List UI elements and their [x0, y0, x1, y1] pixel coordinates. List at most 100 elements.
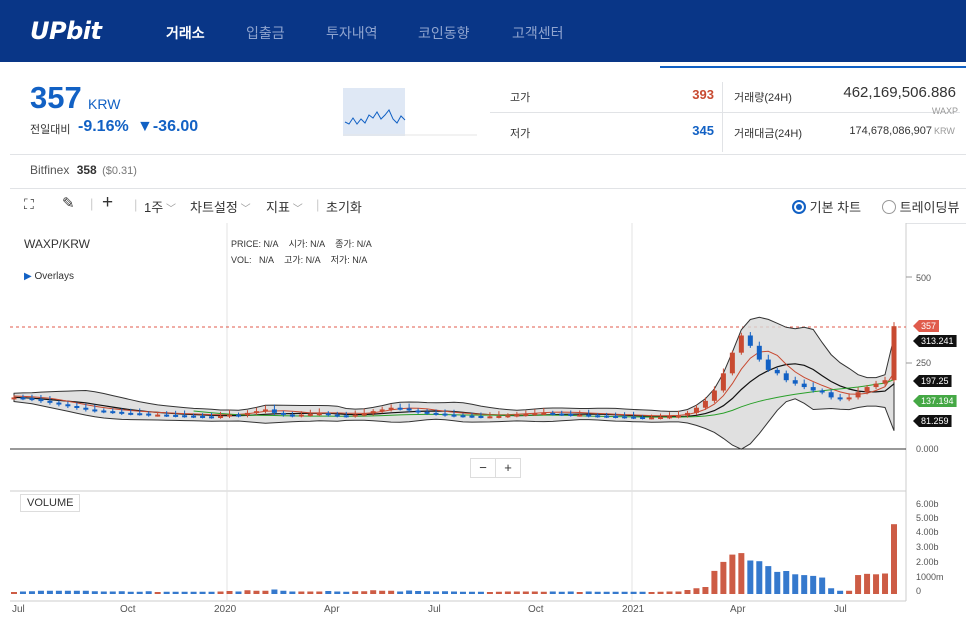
- volume-bar: [459, 591, 466, 594]
- price-axis-label: 0.000: [916, 444, 939, 454]
- candle-body: [523, 413, 529, 416]
- price-chart[interactable]: WAXP/KRW ▶ Overlays PRICE: N/A 시가: N/A 종…: [10, 223, 966, 624]
- chart-canvas[interactable]: [10, 223, 966, 624]
- candle-body: [325, 413, 331, 416]
- price-axis-label: 500: [916, 273, 932, 283]
- volume-bar: [729, 554, 736, 594]
- candle-body: [388, 407, 394, 410]
- candle-body: [514, 414, 520, 417]
- volume-axis-label: 6.00b: [916, 499, 939, 509]
- volume-bar: [810, 575, 817, 594]
- candle-body: [352, 414, 358, 417]
- volume-bar: [630, 591, 637, 594]
- zoom-out-button[interactable]: −: [470, 458, 496, 478]
- volume-bar: [406, 590, 413, 594]
- x-axis-label: Oct: [528, 604, 544, 615]
- candle-body: [550, 412, 556, 415]
- nav-investments[interactable]: 투자내역: [326, 23, 378, 43]
- candle-body: [155, 414, 161, 417]
- volume-bar: [540, 591, 547, 594]
- volume-bar: [747, 560, 754, 594]
- volume-bar: [343, 591, 350, 594]
- volume-bar: [217, 591, 224, 594]
- volume-bar: [262, 590, 269, 594]
- volume-bar: [774, 571, 781, 594]
- chevron-down-icon: ﹀: [237, 204, 251, 215]
- chart-settings-dropdown[interactable]: 차트설정 ﹀: [190, 197, 251, 216]
- candle-body: [289, 414, 295, 417]
- candle-body: [586, 414, 592, 417]
- volume-24h-label: 거래량(24H): [734, 92, 792, 104]
- candle-body: [182, 415, 188, 418]
- candle-body: [810, 387, 816, 391]
- volume-bar: [424, 591, 431, 594]
- crosshair-icon[interactable]: +: [102, 192, 113, 214]
- volume-bar: [397, 591, 404, 594]
- price-tag-upper-band: 313.241: [913, 335, 957, 347]
- candle-body: [424, 411, 430, 414]
- candle-body: [496, 415, 502, 418]
- amount-24h-unit: KRW: [934, 126, 955, 136]
- legend-value: N/A: [263, 239, 279, 249]
- candle-body: [262, 409, 268, 412]
- toolbar-divider: |: [316, 197, 320, 212]
- upbit-logo[interactable]: UPbit: [30, 17, 102, 45]
- basic-chart-radio[interactable]: 기본 차트: [792, 197, 861, 216]
- overlays-toggle[interactable]: ▶ Overlays: [24, 271, 74, 282]
- candle-body: [110, 411, 116, 414]
- indicators-dropdown[interactable]: 지표 ﹀: [266, 197, 303, 216]
- candle-body: [146, 413, 152, 416]
- volume-bar: [873, 574, 880, 594]
- volume-axis-label: 5.00b: [916, 513, 939, 523]
- volume-bar: [477, 591, 484, 594]
- low-label: 저가: [510, 128, 531, 140]
- zoom-in-button[interactable]: +: [495, 458, 521, 478]
- chart-symbol: WAXP/KRW: [24, 237, 91, 251]
- fullscreen-icon[interactable]: ⛶: [24, 196, 34, 213]
- volume-bar: [891, 524, 897, 594]
- volume-bar: [37, 590, 44, 594]
- candle-body: [837, 397, 843, 400]
- volume-bar: [352, 591, 359, 594]
- candle-body: [227, 414, 233, 417]
- nav-coin-trends[interactable]: 코인동향: [418, 23, 470, 43]
- candle-body: [442, 413, 448, 416]
- change-percent: -9.16%: [78, 118, 129, 135]
- pencil-icon[interactable]: ✎: [62, 194, 75, 212]
- reset-button[interactable]: 초기화: [326, 197, 362, 216]
- nav-customer-center[interactable]: 고객센터: [512, 23, 564, 43]
- stats-divider: [490, 112, 960, 113]
- volume-24h-unit: WAXP: [931, 106, 958, 116]
- bitfinex-label: Bitfinex: [30, 163, 70, 177]
- volume-bar: [334, 591, 341, 594]
- candle-body: [882, 380, 888, 384]
- volume-bar: [118, 591, 125, 594]
- radio-selected-icon: [792, 200, 806, 214]
- chart-settings-label: 차트설정: [190, 200, 238, 215]
- amount-24h-value: 174,678,086,907: [849, 125, 932, 137]
- chart-bg: [10, 223, 906, 624]
- volume-bar: [145, 591, 152, 594]
- candle-body: [478, 415, 484, 418]
- candle-body: [29, 398, 35, 401]
- candle-body: [74, 406, 80, 408]
- nav-exchange[interactable]: 거래소: [166, 23, 205, 43]
- high-value: 393: [692, 87, 714, 102]
- volume-bar: [765, 566, 772, 594]
- candle-body: [433, 412, 439, 415]
- volume-bar: [289, 591, 296, 594]
- candle-body: [334, 414, 340, 417]
- volume-bar: [567, 591, 574, 594]
- volume-bar: [576, 592, 583, 594]
- volume-bar: [639, 591, 646, 594]
- interval-dropdown[interactable]: 1주 ﹀: [144, 197, 176, 216]
- volume-bar: [46, 590, 53, 594]
- volume-bar: [648, 592, 655, 594]
- tradingview-radio[interactable]: 트레이딩뷰: [882, 197, 959, 216]
- volume-bar: [756, 561, 763, 594]
- volume-bar: [199, 591, 206, 594]
- current-price: 357: [30, 80, 82, 115]
- chart-toolbar: ⛶ ✎ | + | 1주 ﹀ 차트설정 ﹀ 지표 ﹀ | 초기화 기본 차트 트…: [10, 188, 966, 224]
- volume-bar: [271, 589, 278, 594]
- nav-deposit[interactable]: 입출금: [246, 23, 285, 43]
